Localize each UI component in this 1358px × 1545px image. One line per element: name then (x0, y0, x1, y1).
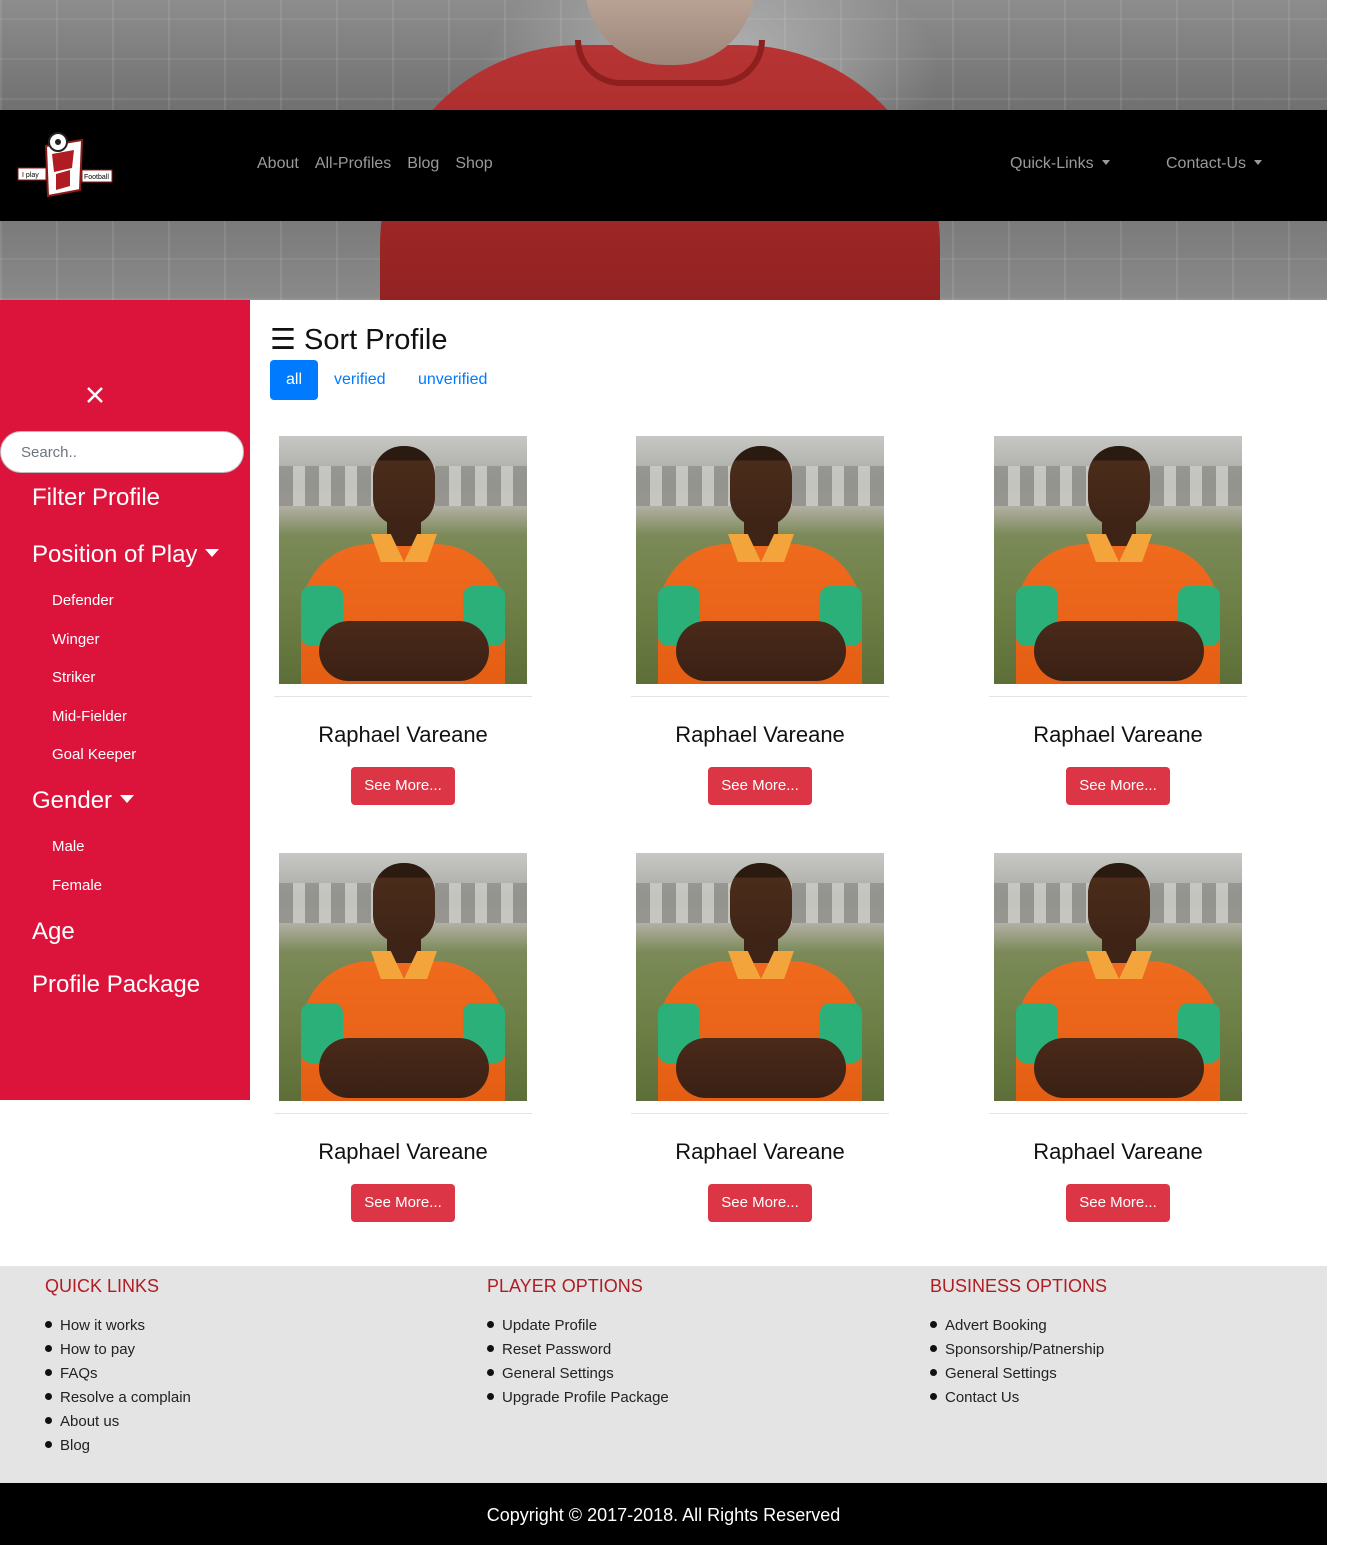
footer-link[interactable]: Contact Us (930, 1386, 1107, 1410)
profile-photo[interactable] (279, 853, 527, 1101)
see-more-button[interactable]: See More... (1066, 1184, 1170, 1222)
filter-goal-keeper[interactable]: Goal Keeper (52, 746, 136, 763)
quick-links-dropdown[interactable]: Quick-Links (1010, 155, 1110, 173)
divider (989, 696, 1247, 697)
divider (631, 1113, 889, 1114)
age-filter[interactable]: Age (32, 918, 75, 946)
copyright-bar: Copyright © 2017-2018. All Rights Reserv… (0, 1483, 1327, 1545)
chevron-down-icon (1101, 160, 1110, 165)
divider (274, 696, 532, 697)
profile-package-filter[interactable]: Profile Package (32, 971, 200, 999)
nav-all-profiles[interactable]: All-Profiles (315, 155, 391, 173)
page-title: ☰ Sort Profile (270, 324, 448, 356)
filter-female[interactable]: Female (52, 877, 102, 894)
search-input[interactable] (0, 431, 244, 473)
position-of-play-toggle[interactable]: Position of Play (32, 541, 220, 569)
profile-photo[interactable] (636, 853, 884, 1101)
footer-quick-links: QUICK LINKS How it works How to pay FAQs… (45, 1276, 191, 1458)
profile-photo[interactable] (994, 853, 1242, 1101)
see-more-button[interactable]: See More... (708, 767, 812, 805)
filter-winger[interactable]: Winger (52, 631, 100, 648)
site-logo[interactable]: I play Football (16, 132, 114, 198)
close-icon[interactable] (82, 382, 108, 408)
footer-link[interactable]: Reset Password (487, 1338, 669, 1362)
logo-text-right: Football (84, 174, 109, 181)
see-more-button[interactable]: See More... (1066, 767, 1170, 805)
chevron-down-icon (1254, 160, 1263, 165)
footer-link[interactable]: General Settings (487, 1362, 669, 1386)
footer-link[interactable]: About us (45, 1410, 191, 1434)
footer-business-options: BUSINESS OPTIONS Advert Booking Sponsors… (930, 1276, 1107, 1410)
nav-blog[interactable]: Blog (407, 155, 439, 173)
see-more-button[interactable]: See More... (351, 767, 455, 805)
footer-link[interactable]: Upgrade Profile Package (487, 1386, 669, 1410)
see-more-button[interactable]: See More... (708, 1184, 812, 1222)
profile-photo[interactable] (279, 436, 527, 684)
footer-link[interactable]: FAQs (45, 1362, 191, 1386)
profile-photo[interactable] (994, 436, 1242, 684)
caret-down-icon (120, 795, 135, 803)
profile-name: Raphael Vareane (675, 722, 845, 747)
tab-unverified[interactable]: unverified (418, 360, 487, 400)
profile-name: Raphael Vareane (318, 722, 488, 747)
divider (274, 1113, 532, 1114)
navbar: I play Football About All-Profiles Blog … (0, 110, 1327, 221)
filter-profile-heading: Filter Profile (32, 484, 161, 511)
footer-heading: QUICK LINKS (45, 1276, 160, 1296)
nav-about[interactable]: About (257, 155, 299, 173)
profile-name: Raphael Vareane (1033, 1139, 1203, 1164)
footer-link[interactable]: How it works (45, 1314, 191, 1338)
footer-link[interactable]: Resolve a complain (45, 1386, 191, 1410)
footer-link[interactable]: Advert Booking (930, 1314, 1107, 1338)
filter-striker[interactable]: Striker (52, 669, 95, 686)
contact-us-dropdown[interactable]: Contact-Us (1166, 155, 1263, 173)
footer-link[interactable]: General Settings (930, 1362, 1107, 1386)
footer-link[interactable]: Sponsorship/Patnership (930, 1338, 1107, 1362)
profile-card: Raphael Vareane See More... (989, 853, 1249, 1233)
filter-mid-fielder[interactable]: Mid-Fielder (52, 708, 127, 725)
nav-shop[interactable]: Shop (455, 155, 492, 173)
contact-us-label: Contact-Us (1166, 155, 1247, 172)
footer-player-options: PLAYER OPTIONS Update Profile Reset Pass… (487, 1276, 669, 1410)
see-more-button[interactable]: See More... (351, 1184, 455, 1222)
page: I play Football About All-Profiles Blog … (0, 0, 1327, 1545)
quick-links-label: Quick-Links (1010, 155, 1094, 172)
profile-card: Raphael Vareane See More... (631, 853, 891, 1233)
profile-card: Raphael Vareane See More... (274, 853, 534, 1233)
profile-card: Raphael Vareane See More... (631, 436, 891, 816)
footer-heading: BUSINESS OPTIONS (930, 1276, 1108, 1296)
tab-verified[interactable]: verified (334, 360, 386, 400)
filter-sidebar: Filter Profile Position of Play Defender… (0, 300, 250, 1100)
profile-card: Raphael Vareane See More... (274, 436, 534, 816)
filter-male[interactable]: Male (52, 838, 85, 855)
profile-name: Raphael Vareane (318, 1139, 488, 1164)
footer-link[interactable]: Update Profile (487, 1314, 669, 1338)
caret-down-icon (205, 549, 220, 557)
divider (631, 696, 889, 697)
position-of-play-label: Position of Play (32, 541, 198, 568)
footer-link[interactable]: How to pay (45, 1338, 191, 1362)
profile-card: Raphael Vareane See More... (989, 436, 1249, 816)
profile-photo[interactable] (636, 436, 884, 684)
filter-defender[interactable]: Defender (52, 592, 114, 609)
divider (989, 1113, 1247, 1114)
gender-toggle[interactable]: Gender (32, 787, 135, 815)
footer-link[interactable]: Blog (45, 1434, 191, 1458)
nav-links: About All-Profiles Blog Shop (257, 155, 509, 173)
profile-name: Raphael Vareane (1033, 722, 1203, 747)
footer: QUICK LINKS How it works How to pay FAQs… (0, 1266, 1327, 1483)
footer-heading: PLAYER OPTIONS (487, 1276, 643, 1296)
tab-all[interactable]: all (270, 360, 318, 400)
logo-text-left: I play (22, 172, 39, 179)
gender-label: Gender (32, 787, 113, 814)
profile-name: Raphael Vareane (675, 1139, 845, 1164)
